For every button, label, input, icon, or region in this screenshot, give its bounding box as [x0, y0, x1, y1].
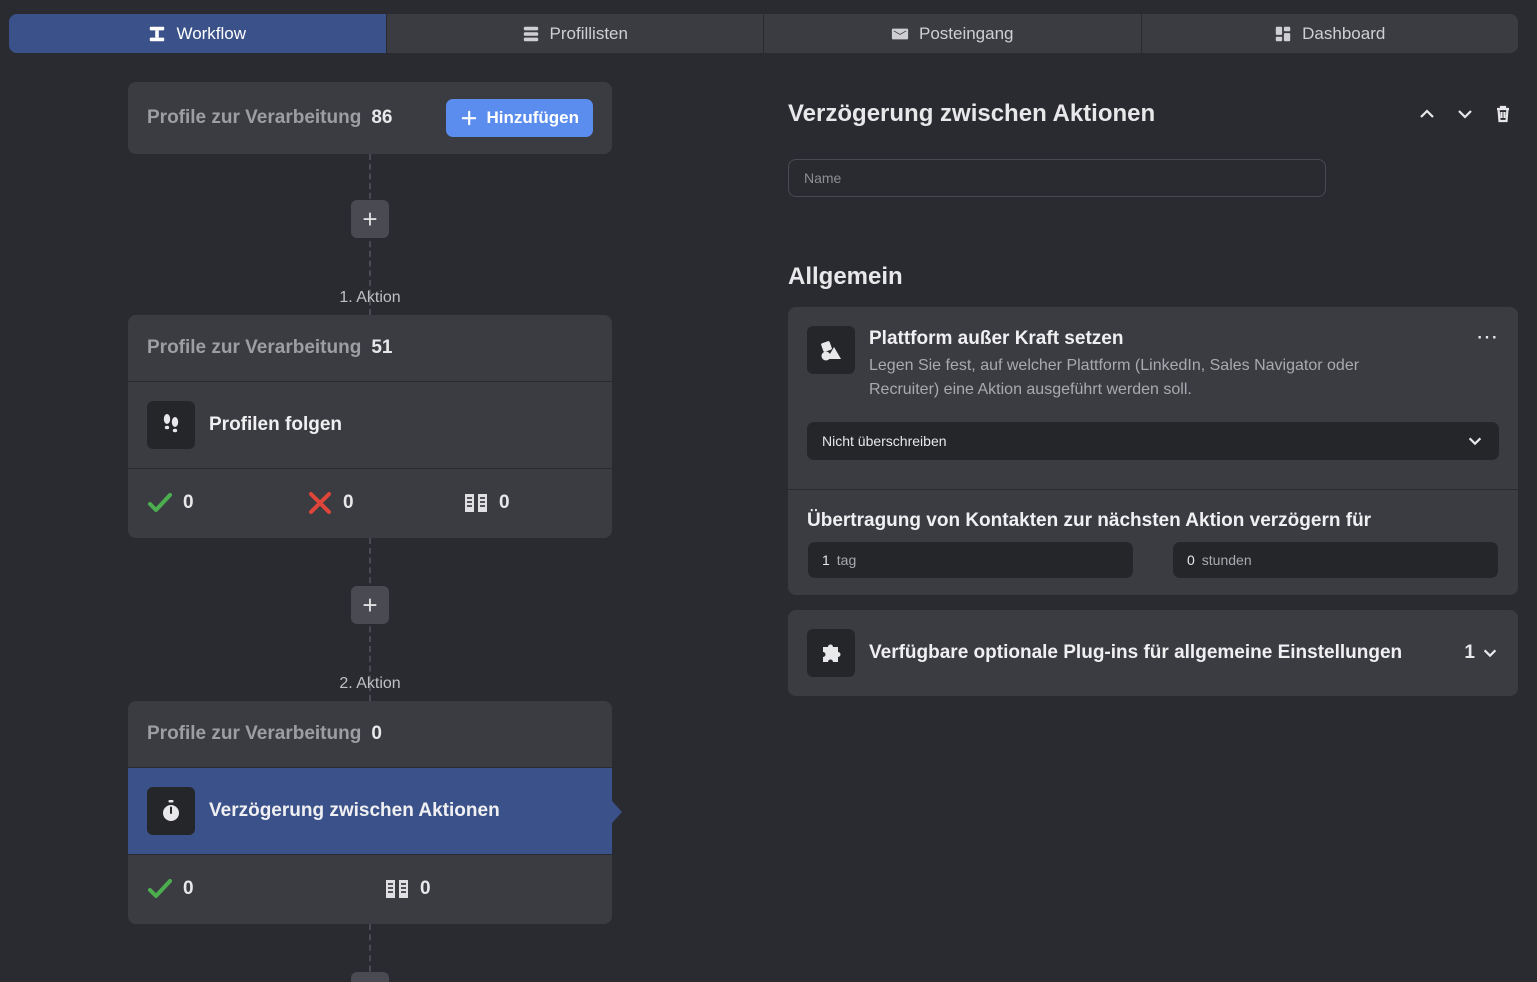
tab-label: Dashboard [1302, 23, 1386, 43]
failed-count: 0 [343, 492, 354, 513]
action-name-row[interactable]: Profilen folgen [128, 382, 612, 469]
tab-label: Workflow [176, 23, 247, 43]
mail-icon [891, 28, 909, 39]
profiles-count: 51 [371, 337, 393, 358]
list-icon [523, 26, 538, 41]
chevron-down-icon[interactable] [1455, 104, 1475, 124]
more-options-icon[interactable]: ⋯ [1476, 324, 1499, 402]
hours-value: 0 [1187, 552, 1195, 568]
add-label: Hinzufügen [486, 108, 579, 127]
platform-text: Plattform außer Kraft setzen Legen Sie f… [869, 326, 1409, 402]
action-icon-box [147, 401, 195, 449]
delay-title: Übertragung von Kontakten zur nächsten A… [807, 510, 1372, 531]
top-nav: Workflow Profillisten Posteingang Dashbo… [9, 14, 1518, 53]
plugins-label: Verfügbare optionale Plug-ins für allgem… [869, 642, 1403, 663]
profiles-label: Profile zur Verarbeitung [147, 107, 362, 128]
action-name: Profilen folgen [209, 414, 342, 435]
plugins-card[interactable]: Verfügbare optionale Plug-ins für allgem… [788, 610, 1518, 696]
plugins-count-value: 1 [1464, 642, 1475, 663]
days-input[interactable]: 1 tag [808, 542, 1133, 578]
action-step-label: 1. Aktion [339, 289, 401, 306]
hours-unit: stunden [1201, 552, 1252, 568]
platform-select[interactable]: Nicht überschreiben [807, 422, 1499, 460]
delay-inputs: 1 tag 0 stunden [788, 532, 1518, 578]
tab-label: Profillisten [549, 23, 628, 43]
dashboard-icon [1275, 26, 1291, 41]
section-title: Allgemein [788, 263, 903, 290]
start-row: Profile zur Verarbeitung 86 Hinzufügen [128, 82, 612, 154]
days-unit: tag [836, 552, 857, 568]
platform-icon-box [807, 326, 855, 374]
skipped-stat: 0 [384, 876, 431, 902]
stopwatch-icon [163, 800, 179, 821]
success-count: 0 [183, 492, 194, 513]
skipped-count: 0 [420, 878, 431, 899]
panel-controls [1417, 104, 1513, 124]
success-stat: 0 [147, 490, 307, 516]
platform-description: Legen Sie fest, auf welcher Plattform (L… [869, 357, 1360, 398]
action-name: Verzögerung zwischen Aktionen [209, 800, 500, 821]
platform-selected: Nicht überschreiben [822, 433, 947, 449]
tab-profillisten[interactable]: Profillisten [387, 14, 764, 53]
signpost-icon [465, 494, 487, 512]
action-card-1[interactable]: Profile zur Verarbeitung 51 Profilen fol… [128, 315, 612, 538]
profiles-count: 86 [371, 107, 393, 128]
tab-label: Posteingang [918, 23, 1014, 43]
shapes-icon [821, 341, 841, 361]
days-value: 1 [822, 552, 830, 568]
plugins-count[interactable]: 1 [1464, 642, 1499, 664]
action-icon-box [147, 787, 195, 835]
skipped-stat: 0 [463, 490, 510, 516]
panel-title: Verzögerung zwischen Aktionen [788, 100, 1156, 127]
profiles-label: Profile zur Verarbeitung [147, 337, 362, 358]
plugins-icon-box [807, 629, 855, 677]
start-card: Profile zur Verarbeitung 86 Hinzufügen [128, 82, 612, 154]
chevron-down-icon [1483, 649, 1497, 658]
cross-icon [309, 492, 331, 514]
platform-title: Plattform außer Kraft setzen [869, 328, 1124, 349]
action-stats-row: 0 0 0 [128, 469, 612, 537]
chevron-down-icon [1468, 437, 1482, 446]
add-action-button[interactable]: + [351, 200, 389, 238]
profiles-label: Profile zur Verarbeitung [147, 723, 362, 744]
success-stat: 0 [147, 876, 384, 902]
check-icon [148, 493, 172, 512]
add-action-button[interactable] [351, 972, 389, 982]
footsteps-icon [163, 414, 179, 433]
workflow-icon [150, 26, 165, 41]
trash-icon[interactable] [1493, 104, 1513, 124]
tab-workflow[interactable]: Workflow [9, 14, 387, 53]
profiles-count: 0 [371, 723, 382, 744]
delay-section: Übertragung von Kontakten zur nächsten A… [788, 490, 1518, 578]
skipped-count: 0 [499, 492, 510, 513]
name-input[interactable] [788, 159, 1326, 197]
signpost-icon [386, 880, 408, 898]
plus-icon [462, 110, 477, 126]
tab-dashboard[interactable]: Dashboard [1142, 14, 1519, 53]
action-profiles-row: Profile zur Verarbeitung 0 [128, 701, 612, 768]
platform-override-card: Plattform außer Kraft setzen Legen Sie f… [788, 307, 1518, 595]
success-count: 0 [183, 878, 194, 899]
puzzle-icon [823, 644, 841, 662]
action-stats-row: 0 0 [128, 855, 612, 923]
action-profiles-row: Profile zur Verarbeitung 51 [128, 315, 612, 382]
failed-stat: 0 [307, 490, 463, 516]
check-icon [148, 879, 172, 898]
platform-header: Plattform außer Kraft setzen Legen Sie f… [788, 307, 1518, 402]
chevron-up-icon[interactable] [1417, 104, 1437, 124]
action-step-label: 2. Aktion [339, 675, 401, 692]
tab-posteingang[interactable]: Posteingang [764, 14, 1142, 53]
add-profiles-button[interactable]: Hinzufügen [446, 99, 593, 137]
add-action-button[interactable]: + [351, 586, 389, 624]
action-name-row-selected[interactable]: Verzögerung zwischen Aktionen [128, 768, 622, 855]
action-card-2[interactable]: Profile zur Verarbeitung 0 Verzögerung z… [128, 701, 622, 924]
hours-input[interactable]: 0 stunden [1173, 542, 1498, 578]
